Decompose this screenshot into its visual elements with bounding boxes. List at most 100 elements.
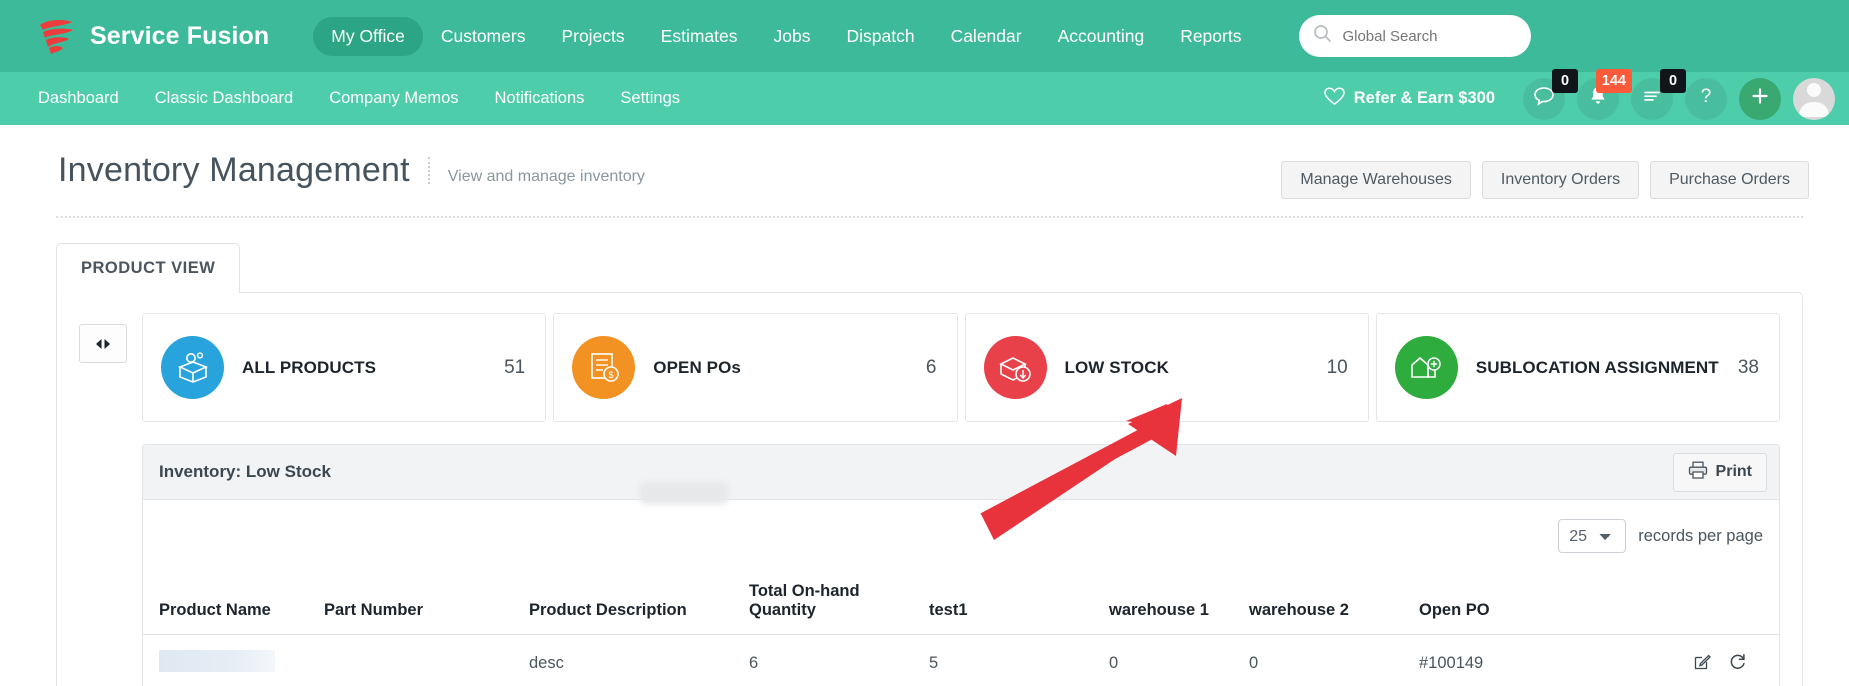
main-menu: My Office Customers Projects Estimates J… <box>313 16 1259 56</box>
nav-item-estimates[interactable]: Estimates <box>643 17 756 56</box>
manage-warehouses-button[interactable]: Manage Warehouses <box>1281 161 1471 199</box>
notifications-button[interactable]: 144 <box>1577 68 1632 120</box>
table-body: desc 6 5 0 0 #100149 <box>143 635 1779 686</box>
heart-icon <box>1323 86 1345 111</box>
svg-text:$: $ <box>608 370 613 380</box>
avatar-icon <box>1793 78 1835 120</box>
col-open-po[interactable]: Open PO <box>1413 572 1593 635</box>
col-test1[interactable]: test1 <box>923 572 1103 635</box>
add-button[interactable] <box>1739 77 1781 120</box>
nav-item-calendar[interactable]: Calendar <box>933 17 1040 56</box>
refer-and-earn-link[interactable]: Refer & Earn $300 <box>1323 86 1495 111</box>
print-button[interactable]: Print <box>1672 452 1767 492</box>
print-label: Print <box>1715 463 1752 480</box>
col-total-onhand-quantity[interactable]: Total On-hand Quantity <box>743 572 923 635</box>
cell-product-name <box>143 635 318 686</box>
service-fusion-logo-icon <box>34 13 80 59</box>
nav-item-my-office[interactable]: My Office <box>313 16 423 56</box>
plus-icon <box>1748 84 1772 113</box>
global-search[interactable] <box>1299 15 1532 57</box>
col-total-onhand-quantity-label: Total On-hand Quantity <box>749 582 860 619</box>
svg-text:?: ? <box>1701 86 1712 107</box>
stat-card-label: OPEN POs <box>653 357 741 377</box>
stat-card-value: 38 <box>1737 356 1759 378</box>
col-product-description[interactable]: Product Description <box>523 572 743 635</box>
help-icon: ? <box>1694 84 1718 113</box>
page-header: Inventory Management View and manage inv… <box>0 125 1849 199</box>
cell-row-actions <box>1593 635 1779 686</box>
stat-cards: ALL PRODUCTS 51 $ OPEN POs 6 LOW STOCK 1… <box>142 313 1780 422</box>
table-row[interactable]: desc 6 5 0 0 #100149 <box>143 635 1779 686</box>
nav-item-dispatch[interactable]: Dispatch <box>828 17 932 56</box>
user-avatar[interactable] <box>1793 77 1835 120</box>
sub-menu: Dashboard Classic Dashboard Company Memo… <box>20 89 698 108</box>
subnav-item-company-memos[interactable]: Company Memos <box>311 89 476 108</box>
table-controls: 25 records per page <box>143 500 1779 572</box>
tasks-badge: 0 <box>1660 68 1686 93</box>
stat-card-sublocation-assignment[interactable]: SUBLOCATION ASSIGNMENT 38 <box>1375 313 1780 422</box>
col-warehouse-2[interactable]: warehouse 2 <box>1243 572 1413 635</box>
brand-logo[interactable]: Service Fusion <box>34 13 269 59</box>
subnav-item-settings[interactable]: Settings <box>602 89 698 108</box>
subnav-item-classic-dashboard[interactable]: Classic Dashboard <box>137 89 311 108</box>
tab-strip: PRODUCT VIEW <box>56 242 1803 293</box>
cell-warehouse-1: 0 <box>1109 654 1119 672</box>
redacted-product-name <box>159 650 275 672</box>
page-header-actions: Manage Warehouses Inventory Orders Purch… <box>1281 161 1809 199</box>
subnav-item-dashboard[interactable]: Dashboard <box>20 89 137 108</box>
stat-card-value: 6 <box>925 356 937 378</box>
stat-card-open-pos[interactable]: $ OPEN POs 6 <box>553 313 958 422</box>
stat-card-label: SUBLOCATION ASSIGNMENT <box>1475 357 1719 377</box>
stat-card-all-products[interactable]: ALL PRODUCTS 51 <box>142 313 547 422</box>
help-button[interactable]: ? <box>1685 77 1727 120</box>
table-head: Product Name Part Number Product Descrip… <box>143 572 1779 635</box>
collapse-expand-icon[interactable] <box>79 324 127 363</box>
search-icon <box>1313 24 1332 48</box>
table-header-row: Product Name Part Number Product Descrip… <box>143 572 1779 635</box>
col-warehouse-1[interactable]: warehouse 1 <box>1103 572 1243 635</box>
stat-card-label: LOW STOCK <box>1064 357 1169 377</box>
table-header-bar: Inventory: Low Stock Print <box>143 445 1779 500</box>
box-gear-icon <box>161 336 224 399</box>
stat-card-low-stock[interactable]: LOW STOCK 10 <box>964 313 1369 422</box>
nav-item-reports[interactable]: Reports <box>1162 17 1259 56</box>
sub-navigation-bar: Dashboard Classic Dashboard Company Memo… <box>0 68 1849 125</box>
search-input[interactable] <box>1342 27 1518 45</box>
refresh-icon[interactable] <box>1728 652 1747 676</box>
records-per-page-label: records per page <box>1638 526 1763 545</box>
col-product-name[interactable]: Product Name <box>143 572 318 635</box>
stat-card-value: 10 <box>1326 356 1348 378</box>
product-view-panel: ALL PRODUCTS 51 $ OPEN POs 6 LOW STOCK 1… <box>56 292 1803 686</box>
stat-card-label: ALL PRODUCTS <box>242 357 377 377</box>
nav-item-jobs[interactable]: Jobs <box>756 17 829 56</box>
redacted-region <box>640 482 728 504</box>
col-row-actions <box>1593 572 1779 635</box>
table-title: Inventory: Low Stock <box>159 462 331 481</box>
subnav-item-notifications[interactable]: Notifications <box>477 89 603 108</box>
brand-name: Service Fusion <box>90 21 270 50</box>
inventory-orders-button[interactable]: Inventory Orders <box>1481 161 1640 199</box>
edit-icon[interactable] <box>1693 652 1712 676</box>
title-separator <box>427 157 430 184</box>
cell-open-po[interactable]: #100149 <box>1413 635 1593 686</box>
nav-item-accounting[interactable]: Accounting <box>1040 17 1163 56</box>
app-screen: Service Fusion My Office Customers Proje… <box>0 0 1849 686</box>
inventory-table: Product Name Part Number Product Descrip… <box>143 572 1779 686</box>
chat-badge: 0 <box>1552 68 1578 93</box>
purchase-orders-button[interactable]: Purchase Orders <box>1650 161 1809 199</box>
cell-warehouse-2: 0 <box>1249 654 1259 672</box>
subnav-actions: Refer & Earn $300 0 144 0 ? <box>1323 68 1849 125</box>
cell-test1[interactable]: 5 <box>923 635 1103 686</box>
page-title: Inventory Management <box>58 151 410 189</box>
chat-button[interactable]: 0 <box>1523 68 1578 120</box>
col-part-number[interactable]: Part Number <box>318 572 523 635</box>
records-per-page-select[interactable]: 25 <box>1558 519 1627 553</box>
tasks-list-button[interactable]: 0 <box>1631 68 1686 120</box>
top-navigation-bar: Service Fusion My Office Customers Proje… <box>0 0 1849 72</box>
nav-item-customers[interactable]: Customers <box>423 17 544 56</box>
nav-item-projects[interactable]: Projects <box>543 17 642 56</box>
cell-product-description: desc <box>529 654 564 672</box>
tab-product-view[interactable]: PRODUCT VIEW <box>56 243 241 293</box>
box-down-arrow-icon <box>983 336 1047 399</box>
printer-icon <box>1688 461 1708 484</box>
